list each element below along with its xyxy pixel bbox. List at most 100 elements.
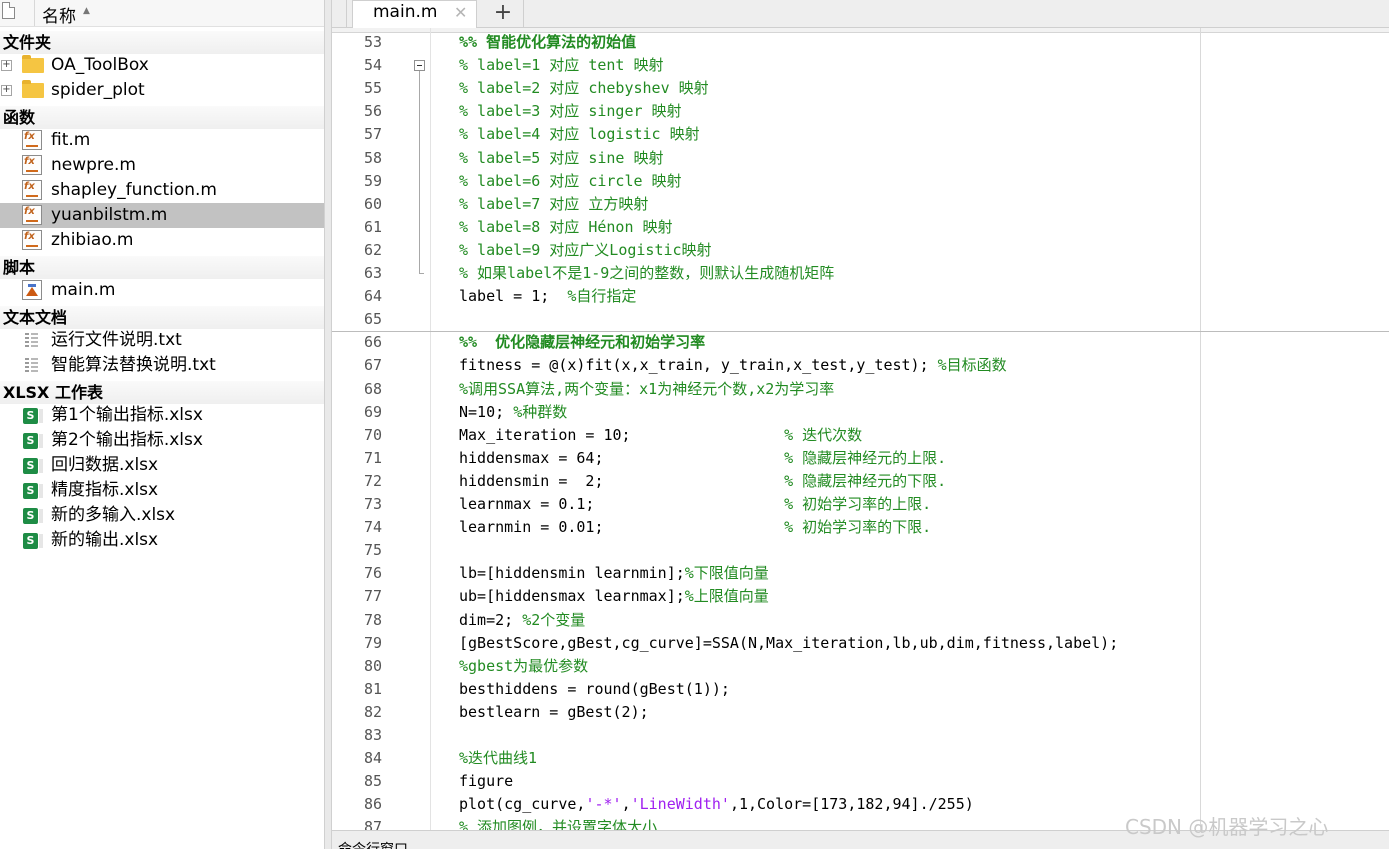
expand-plus-icon[interactable]: + bbox=[1, 85, 12, 96]
code-line[interactable]: 76 lb=[hiddensmin learnmin];%下限值向量 bbox=[332, 562, 1389, 585]
comment-text: % label=3 对应 singer 映射 bbox=[459, 102, 682, 121]
code-line[interactable]: 57 % label=4 对应 logistic 映射 bbox=[332, 123, 1389, 146]
code-line[interactable]: 85 figure bbox=[332, 770, 1389, 793]
group-header-folders: 文件夹 bbox=[0, 31, 324, 54]
expand-plus-icon[interactable]: + bbox=[1, 60, 12, 71]
code-line[interactable]: 73 learnmax = 0.1; % 初始学习率的上限. bbox=[332, 493, 1389, 516]
code-line[interactable]: 80 %gbest为最优参数 bbox=[332, 655, 1389, 678]
code-line[interactable]: 63 % 如果label不是1-9之间的整数，则默认生成随机矩阵 bbox=[332, 262, 1389, 285]
code-line[interactable]: 59 % label=6 对应 circle 映射 bbox=[332, 170, 1389, 193]
code-text: besthiddens = round(gBest(1)); bbox=[459, 678, 730, 701]
tab-bar-grip[interactable] bbox=[332, 0, 347, 27]
tab-main-m[interactable]: main.m ✕ bbox=[352, 0, 477, 28]
folder-item[interactable]: + spider_plot bbox=[0, 78, 324, 103]
code-token: figure bbox=[459, 772, 514, 791]
code-line[interactable]: 65 bbox=[332, 308, 1389, 331]
function-file-item[interactable]: fx newpre.m bbox=[0, 153, 324, 178]
xlsx-file-item[interactable]: S 第2个输出指标.xlsx bbox=[0, 428, 324, 453]
code-text: plot(cg_curve,'-*','LineWidth',1,Color=[… bbox=[459, 793, 974, 816]
code-text: dim=2; %2个变量 bbox=[459, 609, 585, 632]
code-line[interactable]: 66 %% 优化隐藏层神经元和初始学习率 bbox=[332, 331, 1389, 354]
comment-text: % label=2 对应 chebyshev 映射 bbox=[459, 79, 709, 98]
comment-text: % 添加图例，并设置字体大小 bbox=[459, 818, 658, 830]
code-line[interactable]: 67 fitness = @(x)fit(x,x_train, y_train,x… bbox=[332, 354, 1389, 377]
code-token: learnmax = 0.1; bbox=[459, 495, 785, 513]
xlsx-file-item[interactable]: S 第1个输出指标.xlsx bbox=[0, 403, 324, 428]
code-line[interactable]: 72 hiddensmin = 2; % 隐藏层神经元的下限. bbox=[332, 470, 1389, 493]
line-number: 69 bbox=[363, 402, 382, 421]
code-line[interactable]: 71 hiddensmax = 64; % 隐藏层神经元的上限. bbox=[332, 447, 1389, 470]
code-line[interactable]: 61 % label=8 对应 Hénon 映射 bbox=[332, 216, 1389, 239]
code-line[interactable]: 64 label = 1; %自行指定 bbox=[332, 285, 1389, 308]
function-file-item[interactable]: fx shapley_function.m bbox=[0, 178, 324, 203]
text-file-item[interactable]: 运行文件说明.txt bbox=[0, 328, 324, 353]
code-line[interactable]: 83 bbox=[332, 724, 1389, 747]
line-number: 70 bbox=[363, 425, 382, 444]
xlsx-file-item[interactable]: S 精度指标.xlsx bbox=[0, 478, 324, 503]
code-line[interactable]: 53 %% 智能优化算法的初始值 bbox=[332, 31, 1389, 54]
code-token: N=10; bbox=[459, 402, 514, 421]
column-divider[interactable] bbox=[34, 0, 35, 26]
name-column-header[interactable]: 名称 bbox=[42, 2, 76, 27]
add-tab-button[interactable]: + bbox=[483, 0, 524, 27]
comment-text: %调用SSA算法,两个变量：x1为神经元个数,x2为学习率 bbox=[459, 379, 835, 398]
browser-header[interactable]: 名称 ▲ bbox=[0, 0, 324, 27]
panel-splitter[interactable] bbox=[324, 0, 332, 849]
group-header-scripts: 脚本 bbox=[0, 256, 324, 279]
file-name: main.m bbox=[51, 280, 116, 300]
file-name: zhibiao.m bbox=[51, 230, 134, 250]
code-text: learnmax = 0.1; % 初始学习率的上限. bbox=[459, 493, 931, 516]
folder-icon bbox=[22, 55, 44, 73]
spreadsheet-icon: S bbox=[23, 433, 43, 449]
code-line[interactable]: 58 % label=5 对应 sine 映射 bbox=[332, 147, 1389, 170]
file-name: shapley_function.m bbox=[51, 180, 217, 200]
code-text-area[interactable]: 53 %% 智能优化算法的初始值 54 % label=1 对应 tent 映射 55%… bbox=[332, 28, 1389, 830]
comment-text: % 初始学习率的上限. bbox=[784, 495, 932, 513]
string-literal: 'LineWidth' bbox=[630, 795, 730, 814]
function-file-item-selected[interactable]: fx yuanbilstm.m bbox=[0, 203, 324, 228]
comment-text: %下限值向量 bbox=[684, 564, 769, 583]
code-line[interactable]: 79 [gBestScore,gBest,cg_curve]=SSA(N,Max_… bbox=[332, 632, 1389, 655]
folder-item[interactable]: + OA_ToolBox bbox=[0, 53, 324, 78]
code-line[interactable]: 70 Max_iteration = 10; % 迭代次数 bbox=[332, 424, 1389, 447]
code-line[interactable]: 54 % label=1 对应 tent 映射 bbox=[332, 54, 1389, 77]
code-text: %gbest为最优参数 bbox=[459, 655, 588, 678]
code-line[interactable]: 62 % label=9 对应广义Logistic映射 bbox=[332, 239, 1389, 262]
code-token: label = 1; bbox=[459, 287, 568, 306]
code-text: bestlearn = gBest(2); bbox=[459, 701, 649, 724]
close-icon[interactable]: ✕ bbox=[454, 3, 467, 22]
file-name: 第1个输出指标.xlsx bbox=[51, 405, 203, 425]
xlsx-file-item[interactable]: S 新的多输入.xlsx bbox=[0, 503, 324, 528]
code-line[interactable]: 74 learnmin = 0.01; % 初始学习率的下限. bbox=[332, 516, 1389, 539]
code-line[interactable]: 77 ub=[hiddensmax learnmax];%上限值向量 bbox=[332, 585, 1389, 608]
file-name: 新的输出.xlsx bbox=[51, 530, 159, 550]
code-line[interactable]: 60 % label=7 对应 立方映射 bbox=[332, 193, 1389, 216]
line-number: 67 bbox=[363, 356, 382, 375]
line-number: 83 bbox=[363, 726, 382, 744]
code-line[interactable]: 75 bbox=[332, 539, 1389, 562]
code-line[interactable]: 84 %迭代曲线1 bbox=[332, 747, 1389, 770]
code-text: % 如果label不是1-9之间的整数，则默认生成随机矩阵 bbox=[459, 262, 834, 285]
text-file-icon bbox=[25, 332, 38, 349]
function-file-item[interactable]: fx fit.m bbox=[0, 128, 324, 153]
code-line[interactable]: 81 besthiddens = round(gBest(1)); bbox=[332, 678, 1389, 701]
xlsx-file-item[interactable]: S 新的输出.xlsx bbox=[0, 528, 324, 553]
text-file-item[interactable]: 智能算法替换说明.txt bbox=[0, 353, 324, 378]
function-file-item[interactable]: fx zhibiao.m bbox=[0, 228, 324, 253]
code-line[interactable]: 78 dim=2; %2个变量 bbox=[332, 609, 1389, 632]
comment-text: %种群数 bbox=[513, 402, 568, 421]
line-number: 75 bbox=[363, 541, 382, 560]
code-token: hiddensmax = 64; bbox=[459, 448, 785, 467]
code-line[interactable]: 69 N=10; %种群数 bbox=[332, 401, 1389, 424]
code-line[interactable]: 56 % label=3 对应 singer 映射 bbox=[332, 100, 1389, 123]
file-name: 新的多输入.xlsx bbox=[51, 505, 176, 525]
line-number: 87 bbox=[363, 818, 382, 830]
xlsx-file-item[interactable]: S 回归数据.xlsx bbox=[0, 453, 324, 478]
script-file-item[interactable]: main.m bbox=[0, 278, 324, 303]
code-line[interactable]: 55 % label=2 对应 chebyshev 映射 bbox=[332, 77, 1389, 100]
code-token: fitness = @(x)fit(x,x_train, y_train,x_t… bbox=[459, 356, 938, 375]
code-line[interactable]: 82 bestlearn = gBest(2); bbox=[332, 701, 1389, 724]
code-line[interactable]: 68 %调用SSA算法,两个变量：x1为神经元个数,x2为学习率 bbox=[332, 378, 1389, 401]
line-number: 85 bbox=[363, 772, 382, 791]
code-text: %% 优化隐藏层神经元和初始学习率 bbox=[459, 331, 705, 354]
